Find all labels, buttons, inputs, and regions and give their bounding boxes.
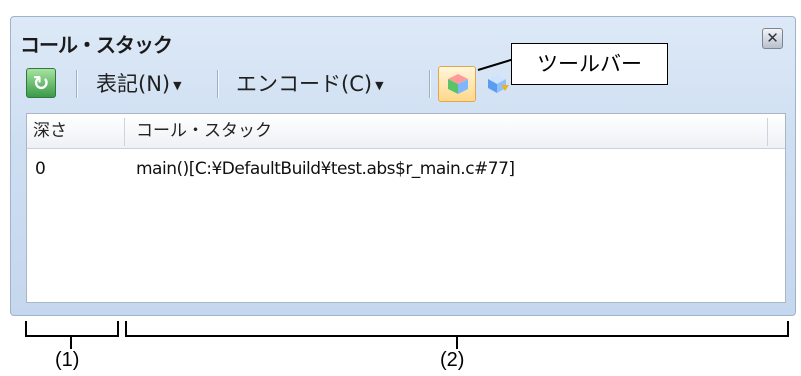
column-divider[interactable] (124, 118, 125, 146)
column-header-depth[interactable]: 深さ (33, 114, 67, 148)
table-header: 深さ コール・スタック (27, 114, 785, 149)
annotation-tick-2 (456, 337, 458, 349)
annotation-tick-1 (70, 337, 72, 349)
refresh-icon: ↻ (32, 71, 50, 95)
close-icon: ✕ (766, 29, 779, 47)
encode-menu-button[interactable]: エンコード(C) ▼ (236, 68, 384, 100)
source-jump-button[interactable] (438, 66, 476, 102)
annotation-label-2: (2) (440, 349, 465, 371)
toolbar-separator (76, 70, 77, 98)
notation-menu-label: 表記(N) (96, 72, 171, 96)
cell-call-stack: main()[C:¥DefaultBuild¥test.abs$r_main.c… (136, 159, 515, 179)
toolbar-separator (217, 70, 218, 98)
column-divider[interactable] (767, 118, 768, 146)
close-button[interactable]: ✕ (762, 28, 783, 49)
chevron-down-icon: ▼ (173, 79, 182, 92)
panel-title: コール・スタック (20, 33, 173, 57)
column-header-call-stack[interactable]: コール・スタック (136, 114, 272, 148)
annotation-bracket-1 (25, 321, 119, 337)
annotation-label-1: (1) (55, 349, 80, 371)
cube-jump-icon (448, 74, 468, 94)
cube-arrow-icon (488, 74, 509, 93)
notation-menu-button[interactable]: 表記(N) ▼ (96, 68, 182, 100)
annotation-bracket-2 (125, 321, 789, 337)
toolbar-callout: ツールバー (511, 43, 668, 85)
chevron-down-icon: ▼ (375, 79, 384, 92)
cell-depth: 0 (35, 159, 46, 179)
refresh-button[interactable]: ↻ (26, 68, 56, 98)
encode-menu-label: エンコード(C) (236, 72, 373, 96)
call-stack-table: 深さ コール・スタック 0 main()[C:¥DefaultBuild¥tes… (26, 113, 786, 303)
table-row[interactable]: 0 main()[C:¥DefaultBuild¥test.abs$r_main… (27, 154, 785, 184)
toolbar-separator (429, 70, 430, 98)
